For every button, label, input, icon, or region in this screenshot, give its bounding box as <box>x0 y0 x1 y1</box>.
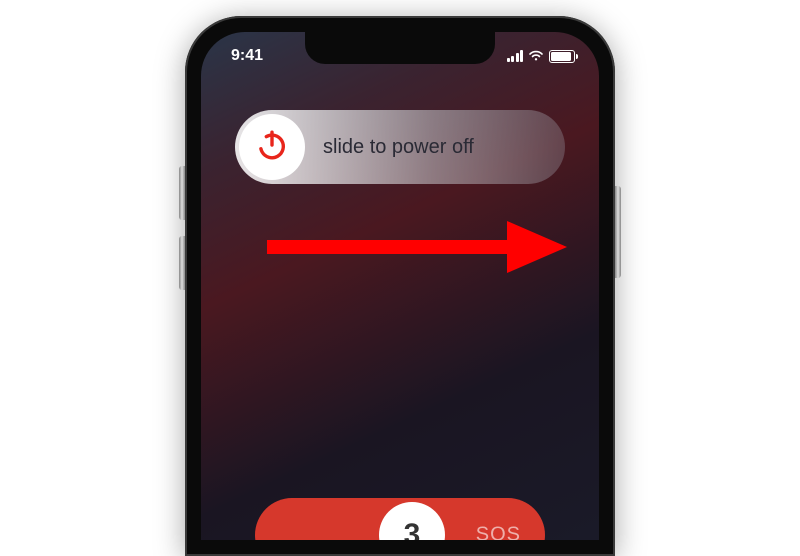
screen: 9:41 <box>201 32 599 540</box>
power-off-label: slide to power off <box>305 136 565 159</box>
status-indicators <box>507 50 580 63</box>
side-power-button[interactable] <box>615 186 621 278</box>
notch <box>305 32 495 64</box>
emergency-sos-slider[interactable]: 3 SOS <box>255 498 545 540</box>
power-icon <box>255 128 289 167</box>
volume-up-button[interactable] <box>179 166 185 220</box>
sos-label: SOS <box>476 524 521 541</box>
battery-icon <box>549 50 575 63</box>
cellular-signal-icon <box>507 50 524 62</box>
sos-countdown-knob[interactable]: 3 <box>379 502 445 540</box>
status-time: 9:41 <box>221 47 263 65</box>
instruction-arrow <box>257 217 567 277</box>
sos-countdown-value: 3 <box>404 518 421 540</box>
volume-down-button[interactable] <box>179 236 185 290</box>
power-off-slider[interactable]: slide to power off <box>235 110 565 184</box>
phone-frame: 9:41 <box>185 16 615 556</box>
wifi-icon <box>528 50 544 62</box>
power-off-knob[interactable] <box>239 114 305 180</box>
